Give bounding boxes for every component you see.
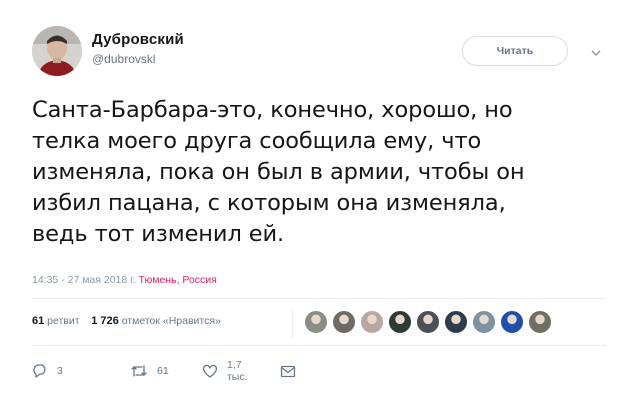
- stats-separator: [292, 308, 293, 338]
- likes-label: отметок «Нравится»: [121, 315, 221, 327]
- heart-icon: [202, 364, 218, 378]
- author-display-name[interactable]: Дубровский: [92, 31, 184, 48]
- engagement-stats: 61 ретвит 1 726 отметок «Нравится»: [32, 315, 221, 331]
- liker-avatar[interactable]: [304, 310, 328, 334]
- tweet-text-line: ведь тот изменил ей.: [32, 221, 285, 247]
- liker-avatar[interactable]: [416, 310, 440, 334]
- like-button[interactable]: 1,7 тыс.: [202, 359, 248, 383]
- author-handle[interactable]: @dubrovskl: [92, 52, 156, 66]
- tweet-text-line: изменяла, пока он был в армии, чтобы он: [32, 159, 525, 185]
- tweet-timestamp[interactable]: 14:35 - 27 мая 2018 г.: [32, 274, 136, 286]
- tweet-text-line: Санта-Барбара-это, конечно, хорошо, но: [32, 97, 513, 123]
- retweet-icon: [130, 364, 148, 378]
- follow-button[interactable]: Читать: [462, 36, 568, 66]
- liker-avatar[interactable]: [332, 310, 356, 334]
- tweet-location[interactable]: Тюмень, Россия: [139, 274, 217, 286]
- likes-stat[interactable]: 1 726 отметок «Нравится»: [91, 315, 221, 327]
- retweet-count: 61: [157, 365, 169, 377]
- divider: [32, 345, 606, 346]
- retweet-button[interactable]: 61: [130, 362, 169, 380]
- reply-button[interactable]: 3: [32, 362, 63, 380]
- liker-avatar[interactable]: [528, 310, 552, 334]
- likes-count: 1 726: [91, 315, 119, 327]
- retweets-stat[interactable]: 61 ретвит: [32, 315, 80, 327]
- liker-avatar[interactable]: [388, 310, 412, 334]
- tweet-meta: 14:35 - 27 мая 2018 г. Тюмень, Россия: [32, 274, 217, 286]
- reply-count: 3: [57, 365, 63, 377]
- liker-avatar[interactable]: [444, 310, 468, 334]
- retweets-label: ретвит: [47, 315, 80, 327]
- liker-avatar[interactable]: [472, 310, 496, 334]
- chevron-down-icon[interactable]: [590, 45, 602, 56]
- direct-message-button[interactable]: [280, 362, 296, 380]
- divider: [32, 298, 606, 299]
- tweet-text: Санта-Барбара-это, конечно, хорошо, но т…: [32, 95, 622, 250]
- retweets-count: 61: [32, 315, 45, 327]
- tweet-text-line: телка моего друга сообщила ему, что: [32, 128, 482, 154]
- envelope-icon: [280, 365, 296, 378]
- liker-avatar[interactable]: [500, 310, 524, 334]
- author-avatar[interactable]: [32, 26, 82, 76]
- tweet-text-line: избил пацана, с которым она изменяла,: [32, 190, 506, 216]
- like-count: 1,7 тыс.: [227, 359, 248, 383]
- liker-avatar[interactable]: [360, 310, 384, 334]
- reply-icon: [32, 364, 48, 378]
- tweet-card: Дубровский @dubrovskl Читать Санта-Барба…: [0, 0, 640, 404]
